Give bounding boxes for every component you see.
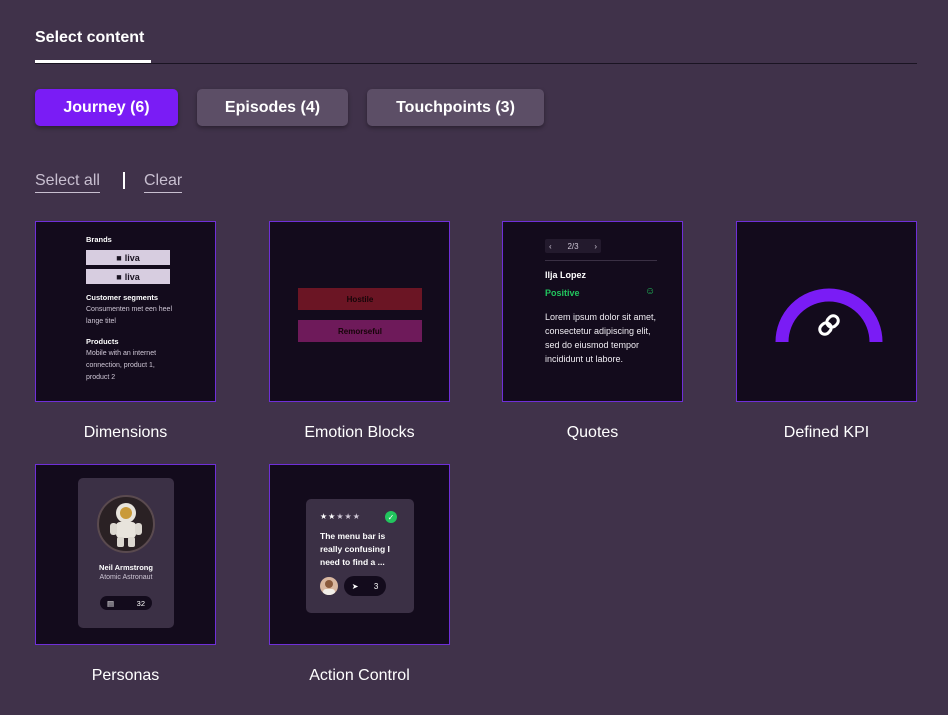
check-circle-icon: ✓ (385, 511, 397, 523)
quote-author: Ilja Lopez (545, 270, 587, 280)
dimensions-preview: Brands ■ liva ■ liva Customer segments C… (86, 234, 176, 384)
quote-pager: ‹ 2/3 › (545, 239, 601, 253)
link-icon (818, 314, 840, 336)
dimensions-card[interactable]: Brands ■ liva ■ liva Customer segments C… (35, 221, 216, 402)
chevron-right-icon: › (594, 241, 597, 251)
emotion-blocks-card[interactable]: Hostile Remorseful (269, 221, 450, 402)
star-empty-icon: ★ (352, 512, 361, 521)
segments-heading: Customer segments (86, 293, 159, 302)
defined-kpi-label: Defined KPI (783, 424, 870, 441)
action-count-value: 3 (373, 581, 379, 591)
dimensions-label: Dimensions (83, 424, 168, 441)
action-count-badge: ➤ 3 (344, 576, 386, 596)
action-control-card[interactable]: ★★★★★ ✓ The menu bar is really confusing… (269, 464, 450, 645)
divider (123, 172, 125, 189)
action-text: The menu bar is really confusing I need … (320, 531, 390, 567)
chevron-left-icon: ‹ (549, 241, 552, 251)
user-avatar-icon (323, 580, 335, 595)
filter-journey-button[interactable]: Journey (6) (35, 89, 178, 126)
filter-episodes-button[interactable]: Episodes (4) (197, 89, 348, 126)
quote-page-indicator: 2/3 (567, 241, 579, 251)
brand-logo: ■ liva (86, 269, 170, 284)
quotes-card[interactable]: ‹ 2/3 › Ilja Lopez Positive ☺ Lorem ipsu… (502, 221, 683, 402)
divider (545, 260, 657, 261)
emotion-block-remorseful: Remorseful (298, 320, 422, 342)
smile-icon: ☺ (645, 286, 656, 297)
star-rating: ★★★★★ (320, 512, 361, 521)
persona-role: Atomic Astronaut (99, 574, 153, 581)
persona-name: Neil Armstrong (99, 563, 153, 572)
persona-preview: Neil Armstrong Atomic Astronaut ▤ 32 (78, 478, 174, 628)
quote-sentiment: Positive (545, 288, 580, 298)
brand-icon: ■ (116, 271, 122, 282)
kpi-gauge (775, 288, 883, 343)
tab-active-indicator (35, 60, 151, 63)
brand-name: liva (124, 252, 140, 263)
persona-journey-count: ▤ 32 (100, 596, 152, 610)
map-icon: ▤ (107, 598, 115, 608)
action-preview: ★★★★★ ✓ The menu bar is really confusing… (306, 499, 414, 613)
rocket-icon: ➤ (351, 581, 359, 591)
astronaut-icon (110, 503, 142, 547)
persona-avatar (97, 495, 155, 553)
brand-icon: ■ (116, 252, 122, 263)
star-empty-icon: ★ (336, 512, 345, 521)
segments-text: Consumenten met een heel lange titel (86, 306, 172, 325)
brand-name: liva (124, 271, 140, 282)
tab-select-content[interactable]: Select content (35, 29, 144, 47)
quotes-label: Quotes (566, 424, 619, 441)
products-heading: Products (86, 337, 119, 346)
persona-count-value: 32 (136, 598, 145, 608)
clear-link[interactable]: Clear (144, 172, 183, 193)
filter-touchpoints-button[interactable]: Touchpoints (3) (367, 89, 544, 126)
brands-heading: Brands (86, 235, 112, 244)
brand-logo: ■ liva (86, 250, 170, 265)
defined-kpi-card[interactable] (736, 221, 917, 402)
content-tabbar: Select content (35, 0, 917, 64)
products-text: Mobile with an internet connection, prod… (86, 350, 157, 381)
star-filled-icon: ★ (320, 512, 329, 521)
action-control-label: Action Control (309, 667, 410, 684)
avatar (320, 577, 338, 595)
star-empty-icon: ★ (344, 512, 353, 521)
quote-text: Lorem ipsum dolor sit amet, consectetur … (545, 312, 657, 364)
select-all-link[interactable]: Select all (35, 172, 100, 193)
emotion-block-hostile: Hostile (298, 288, 422, 310)
emotion-blocks-label: Emotion Blocks (304, 424, 415, 441)
personas-card[interactable]: Neil Armstrong Atomic Astronaut ▤ 32 (35, 464, 216, 645)
personas-label: Personas (91, 667, 160, 684)
